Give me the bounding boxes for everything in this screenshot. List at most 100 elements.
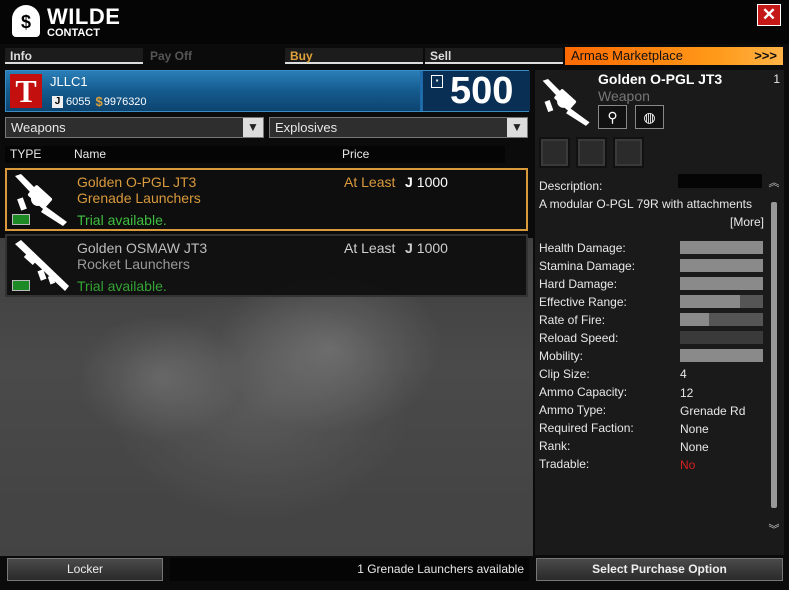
- locker-button[interactable]: Locker: [7, 558, 163, 581]
- trial-badge: [12, 214, 30, 225]
- stat-value: None: [680, 440, 709, 454]
- item-trial: Trial available.: [77, 212, 167, 228]
- item-price: J 1000: [405, 174, 448, 190]
- stat-fill: [680, 313, 710, 326]
- column-type: TYPE: [10, 147, 42, 161]
- stat-bar: [680, 349, 763, 362]
- stat-label: Required Faction:: [539, 421, 634, 435]
- jcoin-icon: J: [405, 240, 413, 256]
- item-detail-panel: Golden O-PGL JT3 1 Weapon ⚲ ◍ Descriptio…: [535, 70, 784, 555]
- scroll-up-icon[interactable]: ︽: [767, 178, 781, 200]
- grenade-launcher-icon: [542, 78, 590, 126]
- account-balances: J 6055 $ 9976320: [52, 94, 147, 109]
- list-item[interactable]: Golden OSMAW JT3 Rocket Launchers Trial …: [5, 234, 528, 297]
- contact-header: $ WILDE CONTACT ✕: [0, 0, 789, 44]
- stat-value: Grenade Rd: [680, 404, 746, 418]
- attachment-slot[interactable]: [613, 137, 644, 168]
- item-name: Golden O-PGL JT3: [77, 174, 197, 190]
- points-box: ▪ 500: [420, 71, 530, 111]
- detail-title: Golden O-PGL JT3: [598, 71, 723, 87]
- account-bar: T JLLC1 J 6055 $ 9976320 ▪ 500: [5, 70, 530, 112]
- stat-value: None: [680, 422, 709, 436]
- points-icon: ▪: [431, 75, 443, 88]
- stat-label: Effective Range:: [539, 295, 627, 309]
- contact-avatar-icon: $: [12, 5, 40, 37]
- availability-text: 1 Grenade Launchers available: [170, 558, 529, 581]
- world-button[interactable]: ◍: [635, 105, 664, 129]
- trial-badge: [12, 280, 30, 291]
- item-price-label: At Least: [344, 174, 396, 190]
- stat-bar: [680, 241, 763, 254]
- tab-buy[interactable]: Buy: [285, 48, 423, 64]
- scroll-down-icon[interactable]: ︾: [767, 525, 781, 547]
- stat-label: Clip Size:: [539, 367, 590, 381]
- stat-label: Rank:: [539, 439, 571, 453]
- close-button[interactable]: ✕: [757, 4, 781, 26]
- column-name: Name: [74, 147, 107, 161]
- tab-pay-off[interactable]: Pay Off: [145, 48, 283, 64]
- list-item[interactable]: Golden O-PGL JT3 Grenade Launchers Trial…: [5, 168, 528, 231]
- stat-bar: [680, 259, 763, 272]
- category-dropdown[interactable]: Weapons ▼: [5, 117, 264, 138]
- cash-icon: $: [95, 94, 103, 109]
- description-header-bar: [678, 174, 762, 188]
- stat-label: Ammo Capacity:: [539, 385, 628, 399]
- jcoin-balance: 6055: [66, 95, 91, 108]
- account-name: JLLC1: [50, 74, 88, 89]
- attachment-slot[interactable]: [576, 137, 607, 168]
- stat-fill: [680, 259, 763, 272]
- stat-label: Stamina Damage:: [539, 259, 636, 273]
- stat-fill: [680, 349, 763, 362]
- attachment-slot[interactable]: [539, 137, 570, 168]
- jcoin-icon: J: [52, 95, 63, 108]
- stat-label: Reload Speed:: [539, 331, 619, 345]
- stat-bar: [680, 277, 763, 290]
- stat-label: Hard Damage:: [539, 277, 618, 291]
- magnifier-icon: ⚲: [607, 109, 618, 125]
- column-price: Price: [342, 147, 370, 161]
- more-link[interactable]: [More]: [730, 215, 764, 229]
- inspect-button[interactable]: ⚲: [598, 105, 627, 129]
- stat-label: Ammo Type:: [539, 403, 607, 417]
- item-price-label: At Least: [344, 240, 396, 256]
- stat-fill: [680, 277, 763, 290]
- stat-fill: [680, 295, 740, 308]
- marketplace-arrows: >>>: [754, 48, 777, 63]
- item-name: Golden OSMAW JT3: [77, 240, 208, 256]
- item-price: J 1000: [405, 240, 448, 256]
- description-label: Description:: [539, 179, 603, 193]
- tab-info[interactable]: Info: [5, 48, 143, 64]
- stat-label: Health Damage:: [539, 241, 626, 255]
- category-dropdown-value: Weapons: [11, 120, 66, 135]
- tradable-value: No: [680, 458, 696, 472]
- stat-value: 12: [680, 386, 694, 400]
- contact-subtitle: CONTACT: [47, 27, 100, 39]
- detail-type: Weapon: [598, 88, 650, 104]
- subcategory-dropdown[interactable]: Explosives ▼: [269, 117, 528, 138]
- detail-count: 1: [773, 72, 780, 86]
- stat-label: Tradable:: [539, 457, 590, 471]
- item-category: Rocket Launchers: [77, 256, 190, 272]
- cash-balance: 9976320: [103, 95, 147, 108]
- stat-value: 4: [680, 367, 687, 381]
- list-header: TYPE Name Price: [5, 146, 505, 163]
- chevron-down-icon[interactable]: ▼: [243, 118, 263, 137]
- stat-label: Rate of Fire:: [539, 313, 606, 327]
- tab-sell[interactable]: Sell: [425, 48, 563, 64]
- marketplace-label: Armas Marketplace: [571, 48, 683, 63]
- marketplace-banner[interactable]: Armas Marketplace >>>: [565, 47, 783, 65]
- subcategory-dropdown-value: Explosives: [275, 120, 338, 135]
- stat-bar: [680, 313, 763, 326]
- jcoin-icon: J: [405, 174, 413, 190]
- description-text: A modular O-PGL 79R with attachments: [539, 197, 752, 211]
- stat-bar: [680, 331, 763, 344]
- faction-logo-icon: T: [10, 74, 42, 108]
- scrollbar[interactable]: [771, 202, 777, 508]
- chevron-down-icon[interactable]: ▼: [507, 118, 527, 137]
- stat-label: Mobility:: [539, 349, 584, 363]
- stat-bar: [680, 295, 763, 308]
- points-value: 500: [450, 70, 514, 112]
- stat-fill: [680, 241, 763, 254]
- item-price-value: 1000: [416, 240, 448, 256]
- select-purchase-option-button[interactable]: Select Purchase Option: [536, 558, 783, 581]
